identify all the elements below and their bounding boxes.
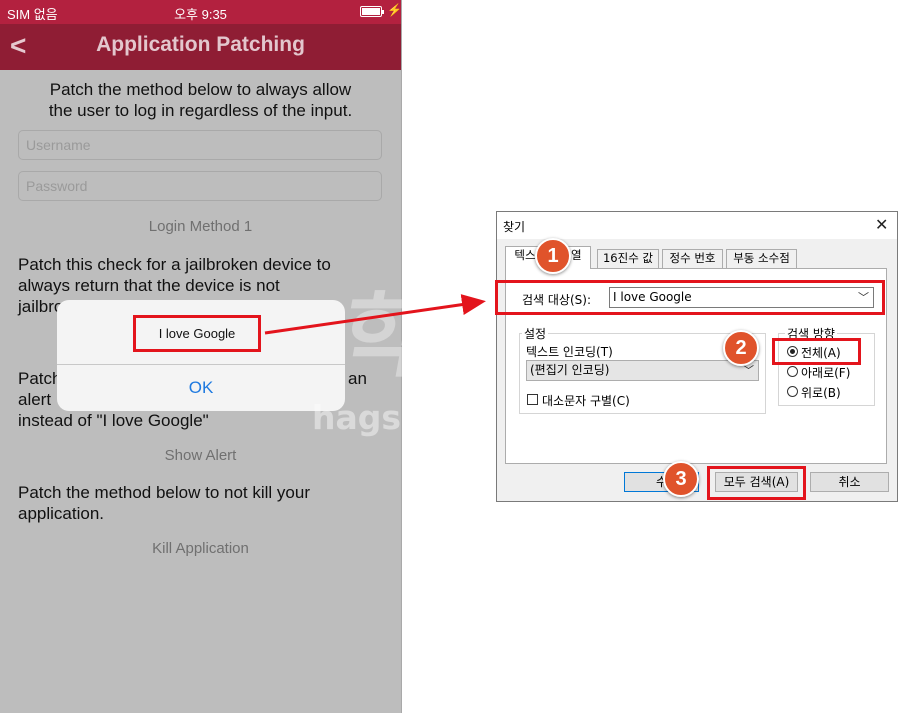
section3-line1a: Patch bbox=[18, 369, 62, 388]
section1-line2: the user to log in regardless of the inp… bbox=[48, 101, 353, 120]
section4-line1: Patch the method below to not kill your bbox=[18, 483, 310, 502]
username-field[interactable]: Username bbox=[18, 130, 382, 160]
section4-line2: application. bbox=[18, 504, 105, 523]
direction-down-radio[interactable] bbox=[787, 366, 798, 377]
show-alert-button[interactable]: Show Alert bbox=[0, 447, 401, 464]
search-target-value: I love Google bbox=[613, 290, 692, 304]
direction-all-label: 전체(A) bbox=[801, 346, 841, 360]
search-target-label: 검색 대상(S): bbox=[522, 293, 591, 307]
case-sensitive-checkbox[interactable] bbox=[527, 394, 538, 405]
section4-text: Patch the method below to not kill your … bbox=[18, 482, 310, 524]
step-badge-2: 2 bbox=[723, 330, 759, 366]
alert-dialog: I love Google OK bbox=[57, 300, 345, 411]
direction-all-radio[interactable] bbox=[787, 346, 798, 357]
find-all-button[interactable]: 모두 검색(A) bbox=[715, 472, 798, 492]
encoding-label: 텍스트 인코딩(T) bbox=[526, 345, 613, 359]
section3-line3: instead of "I love Google" bbox=[18, 411, 209, 430]
cancel-button[interactable]: 취소 bbox=[810, 472, 889, 492]
section1-line1: Patch the method below to always allow bbox=[49, 80, 352, 99]
encoding-value: (편집기 인코딩) bbox=[530, 363, 610, 377]
battery-icon bbox=[360, 6, 384, 17]
tab-float[interactable]: 부동 소수점 bbox=[726, 249, 797, 268]
step-badge-1: 1 bbox=[535, 238, 571, 274]
section2-line1: Patch this check for a jailbroken device… bbox=[18, 255, 331, 274]
section3-line2: alert bbox=[18, 390, 52, 409]
password-field[interactable]: Password bbox=[18, 171, 382, 201]
direction-up-radio[interactable] bbox=[787, 386, 798, 397]
tab-hex-value[interactable]: 16진수 값 bbox=[597, 249, 659, 268]
alert-message: I love Google bbox=[133, 315, 261, 352]
step-badge-3: 3 bbox=[663, 461, 699, 497]
section2-line2: always return that the device is not bbox=[18, 276, 280, 295]
status-bar: SIM 없음 오후 9:35 ⚡ bbox=[0, 0, 401, 24]
status-time: 오후 9:35 bbox=[174, 7, 227, 22]
close-icon[interactable]: ✕ bbox=[875, 215, 888, 234]
encoding-select[interactable]: (편집기 인코딩) ﹀ bbox=[526, 360, 759, 381]
page-title: Application Patching bbox=[96, 33, 305, 56]
settings-label: 설정 bbox=[522, 325, 549, 342]
dialog-title: 찾기 bbox=[503, 220, 526, 234]
case-sensitive-label: 대소문자 구별(C) bbox=[542, 394, 630, 408]
alert-divider bbox=[57, 364, 345, 365]
dialog-titlebar: 찾기 ✕ bbox=[497, 212, 897, 239]
tab-integer[interactable]: 정수 번호 bbox=[662, 249, 723, 268]
direction-up-label: 위로(B) bbox=[801, 386, 841, 400]
alert-ok-button[interactable]: OK bbox=[57, 378, 345, 398]
lightning-icon: ⚡ bbox=[387, 3, 402, 17]
kill-application-button[interactable]: Kill Application bbox=[0, 540, 401, 557]
nav-bar: < Application Patching bbox=[0, 24, 401, 70]
search-target-combo[interactable]: I love Google ﹀ bbox=[609, 287, 874, 308]
login-method-button[interactable]: Login Method 1 bbox=[0, 218, 401, 235]
section1-text: Patch the method below to always allow t… bbox=[0, 79, 401, 121]
chevron-down-icon[interactable]: ﹀ bbox=[858, 288, 869, 307]
direction-down-label: 아래로(F) bbox=[801, 366, 851, 380]
